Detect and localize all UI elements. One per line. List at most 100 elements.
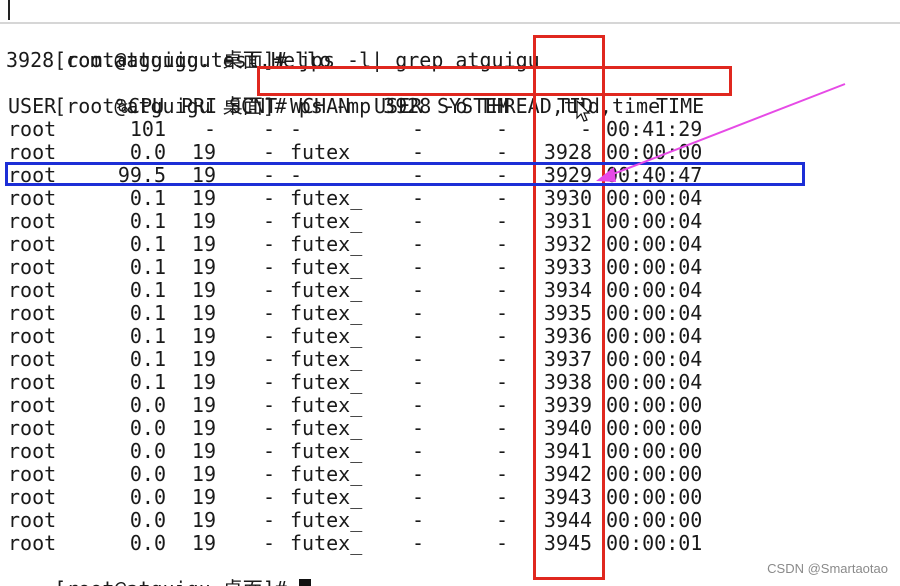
cell-user: root	[8, 232, 57, 256]
mouse-pointer-icon	[576, 100, 591, 122]
table-row: root 0.0 19- futex_ - -3943 00:00:00	[0, 486, 900, 509]
cell-time: 00:41:29	[606, 117, 703, 141]
cell-user-time: -	[411, 232, 424, 256]
cell-user: root	[8, 508, 57, 532]
cell-pri: 19	[191, 370, 216, 394]
cell-user-time: -	[411, 117, 424, 141]
table-row: root 0.1 19- futex_ - -3933 00:00:04	[0, 256, 900, 279]
cell-scnt: -	[262, 416, 275, 440]
cell-scnt: -	[262, 462, 275, 486]
cell-system-time: -	[495, 439, 508, 463]
table-row: root 0.1 19- futex_ - -3938 00:00:04	[0, 371, 900, 394]
cell-user: root	[8, 117, 57, 141]
column-header-pri: PRI	[181, 94, 218, 118]
cell-user-time: -	[411, 301, 424, 325]
cell-wchan: futex_	[290, 508, 363, 532]
cell-system-time: -	[495, 370, 508, 394]
cell-cpu: 0.0	[129, 140, 166, 164]
cell-wchan: -	[290, 117, 303, 141]
table-row: root 0.1 19- futex_ - -3936 00:00:04	[0, 325, 900, 348]
cell-system-time: -	[495, 324, 508, 348]
cell-time: 00:00:00	[606, 485, 703, 509]
cell-system-time: -	[495, 232, 508, 256]
cell-user-time: -	[411, 416, 424, 440]
cell-user-time: -	[411, 370, 424, 394]
cell-time: 00:00:00	[606, 393, 703, 417]
cell-pri: 19	[191, 462, 216, 486]
cell-wchan: futex	[290, 140, 351, 164]
cell-system-time: -	[495, 485, 508, 509]
table-row: root 0.0 19- futex_ - -3945 00:00:01	[0, 532, 900, 555]
cell-cpu: 0.0	[129, 508, 166, 532]
cell-user-time: -	[411, 324, 424, 348]
cell-cpu: 0.0	[129, 531, 166, 555]
table-row: root 0.0 19- futex - -3928 00:00:00	[0, 141, 900, 164]
table-row: root 0.0 19- futex_ - -3942 00:00:00	[0, 463, 900, 486]
cell-system-time: -	[495, 278, 508, 302]
cell-scnt: -	[262, 508, 275, 532]
cell-time: 00:00:00	[606, 439, 703, 463]
cell-time: 00:00:01	[606, 531, 703, 555]
cell-wchan: futex_	[290, 278, 363, 302]
cell-user-time: -	[411, 140, 424, 164]
cell-system-time: -	[495, 209, 508, 233]
cell-cpu: 0.0	[129, 393, 166, 417]
cell-system-time: -	[495, 140, 508, 164]
column-header-system: SYSTEM	[437, 94, 510, 118]
cell-user-time: -	[411, 278, 424, 302]
cell-user: root	[8, 186, 57, 210]
cell-system-time: -	[495, 393, 508, 417]
cell-user-time: -	[411, 347, 424, 371]
cell-scnt: -	[262, 439, 275, 463]
terminal-window[interactable]: [root@atguigu 桌面]# jps -l| grep atguigu …	[0, 24, 900, 586]
cell-user: root	[8, 347, 57, 371]
cell-scnt: -	[262, 370, 275, 394]
table-row: root 0.1 19- futex_ - -3931 00:00:04	[0, 210, 900, 233]
cell-system-time: -	[495, 186, 508, 210]
table-row: root 0.1 19- futex_ - -3934 00:00:04	[0, 279, 900, 302]
cell-user: root	[8, 278, 57, 302]
table-row: root 0.1 19- futex_ - -3930 00:00:04	[0, 187, 900, 210]
cell-pri: 19	[191, 232, 216, 256]
cell-user: root	[8, 370, 57, 394]
cell-pri: 19	[191, 209, 216, 233]
table-row: root 0.0 19- futex_ - -3941 00:00:00	[0, 440, 900, 463]
cell-pri: 19	[191, 186, 216, 210]
table-row: root 0.0 19- futex_ - -3939 00:00:00	[0, 394, 900, 417]
column-header-wchan: WCHAN	[290, 94, 351, 118]
cell-wchan: futex_	[290, 462, 363, 486]
table-header-row: USER %CPU PRI SCNT WCHAN USER SYSTEM TID…	[0, 95, 900, 118]
column-header-user-time: USER	[374, 94, 423, 118]
cell-user-time: -	[411, 462, 424, 486]
hot-thread-highlight-box	[5, 162, 805, 186]
cell-system-time: -	[495, 117, 508, 141]
cell-wchan: futex_	[290, 186, 363, 210]
cell-user-time: -	[411, 485, 424, 509]
table-row: root 0.0 19- futex_ - -3940 00:00:00	[0, 417, 900, 440]
cell-scnt: -	[262, 324, 275, 348]
cell-pri: 19	[191, 439, 216, 463]
column-header-user: USER	[8, 94, 57, 118]
command-line-final: [root@atguigu 桌面]#	[6, 555, 311, 586]
cell-scnt: -	[262, 232, 275, 256]
cell-pri: -	[203, 117, 216, 141]
cell-time: 00:00:04	[606, 278, 703, 302]
cell-wchan: futex_	[290, 209, 363, 233]
cell-scnt: -	[262, 347, 275, 371]
cell-user: root	[8, 462, 57, 486]
cell-system-time: -	[495, 255, 508, 279]
cell-wchan: futex_	[290, 324, 363, 348]
cell-system-time: -	[495, 508, 508, 532]
cell-wchan: futex_	[290, 393, 363, 417]
cell-user: root	[8, 393, 57, 417]
cell-user: root	[8, 531, 57, 555]
cell-time: 00:00:04	[606, 186, 703, 210]
terminal-cursor	[298, 579, 311, 586]
cell-user-time: -	[411, 531, 424, 555]
cell-time: 00:00:04	[606, 255, 703, 279]
cell-pri: 19	[191, 416, 216, 440]
cell-pri: 19	[191, 140, 216, 164]
cell-time: 00:00:00	[606, 508, 703, 532]
cell-cpu: 0.1	[129, 301, 166, 325]
cell-cpu: 0.1	[129, 324, 166, 348]
